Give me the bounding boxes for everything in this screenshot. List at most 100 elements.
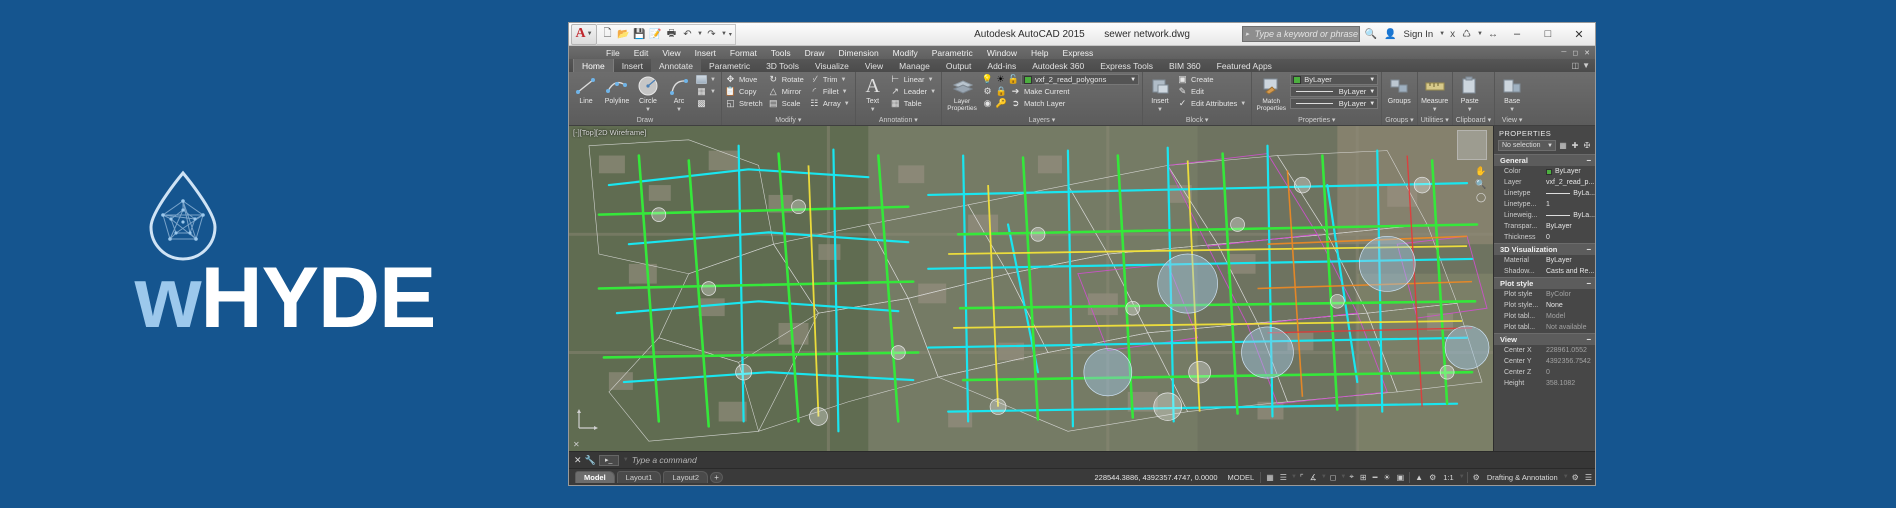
property-row-center-x[interactable]: Center X 228961.0552 (1494, 345, 1595, 356)
hardware-accel-icon[interactable]: ⚙ (1569, 473, 1582, 482)
wrench-icon[interactable]: 🔧 (585, 455, 596, 466)
block-edit-attributes-button[interactable]: ✓ Edit Attributes ▼ (1177, 98, 1248, 109)
minimize-button[interactable]: – (1503, 24, 1531, 45)
quick-access-toolbar[interactable]: 🗋 📂 💾 📝 🖶 ↶ ▼ ↷ ▼ ▾ (597, 23, 736, 45)
command-prompt-icon[interactable]: ▸_ (598, 454, 619, 466)
command-line[interactable]: ✕ 🔧 ▸_ ▼ Type a command (569, 451, 1595, 468)
canvas-close-icon[interactable]: ✕ (573, 440, 580, 449)
property-row-thickness[interactable]: Thickness 0 (1494, 232, 1595, 243)
chevron-down-icon[interactable]: ▼ (844, 101, 850, 107)
crosshair-select-icon[interactable]: ✚ (1570, 141, 1580, 150)
doc-minimize-icon[interactable]: ─ (1558, 49, 1569, 57)
collapse-icon[interactable]: − (1586, 245, 1591, 254)
modify-move-button[interactable]: ✥ Move (725, 74, 765, 85)
drawing-canvas[interactable]: [-][Top][2D Wireframe] ✋ 🔍 ◯ ✕ (569, 126, 1493, 451)
chevron-down-icon[interactable]: ▼ (710, 89, 716, 95)
property-row-plot-style-table[interactable]: Plot style... None (1494, 300, 1595, 311)
pan-icon[interactable]: ✋ (1475, 166, 1486, 177)
chevron-down-icon[interactable]: ▼ (1369, 101, 1375, 107)
property-value[interactable]: Casts and Re... (1546, 266, 1595, 277)
properties-section-3d-visualization[interactable]: 3D Visualization − (1494, 243, 1595, 255)
chevron-down-icon[interactable]: ▼ (1432, 106, 1438, 114)
menu-item-edit[interactable]: Edit (627, 48, 656, 58)
property-value[interactable]: ByLa... (1546, 188, 1595, 199)
modify-fillet-button[interactable]: ◜ Fillet ▼ (809, 86, 852, 97)
close-button[interactable]: ✕ (1565, 24, 1593, 45)
exchange-apps-icon[interactable]: x (1448, 29, 1457, 40)
layer-thaw-icon[interactable]: ☀ (995, 74, 1006, 85)
menu-item-parametric[interactable]: Parametric (925, 48, 980, 58)
user-avatar-icon[interactable]: 👤 (1382, 29, 1398, 40)
block-insert-button[interactable]: Insert ▼ (1146, 74, 1174, 114)
sign-in-chevron-icon[interactable]: ▼ (1439, 31, 1445, 37)
tab-3d-tools[interactable]: 3D Tools (758, 59, 807, 72)
draw-rectangle-button[interactable]: ▼ (696, 74, 718, 85)
chevron-down-icon[interactable]: ▼ (1509, 106, 1515, 114)
polar-icon[interactable]: ∡ (1307, 473, 1320, 482)
collapse-icon[interactable]: − (1586, 279, 1591, 288)
chevron-down-icon[interactable]: ▼ (842, 89, 848, 95)
property-value[interactable]: None (1546, 300, 1595, 311)
menu-item-format[interactable]: Format (723, 48, 764, 58)
help-icon[interactable]: ♺ (1460, 29, 1473, 40)
chevron-down-icon[interactable]: ▼ (841, 77, 847, 83)
draw-circle-button[interactable]: Circle ▼ (634, 74, 662, 114)
chevron-down-icon[interactable]: ▼ (1369, 77, 1375, 83)
doc-close-icon[interactable]: ✕ (1581, 49, 1593, 57)
snap-icon[interactable]: ☰ (1277, 473, 1290, 482)
status-bar[interactable]: Model Layout1 Layout2 + 228544.3886, 439… (569, 468, 1595, 485)
modify-mirror-button[interactable]: △ Mirror (768, 86, 806, 97)
selectioncycling-icon[interactable]: ▣ (1394, 473, 1408, 482)
draw-more-button[interactable]: ▩ (696, 98, 718, 109)
layout-tab-model[interactable]: Model (575, 471, 615, 483)
collapse-icon[interactable]: − (1586, 335, 1591, 344)
property-row-linetype[interactable]: Linetype ByLa... (1494, 188, 1595, 199)
search-help-icon[interactable]: 🔍 (1363, 29, 1379, 40)
tab-insert[interactable]: Insert (614, 59, 651, 72)
measure-button[interactable]: Measure ▼ (1421, 74, 1449, 114)
undo-dropdown-icon[interactable]: ▼ (697, 31, 703, 37)
viewport-label[interactable]: [-][Top][2D Wireframe] (573, 128, 646, 137)
open-icon[interactable]: 📂 (616, 27, 631, 42)
qat-customize-icon[interactable]: ▾ (729, 31, 732, 38)
annotation-scale[interactable]: 1:1 (1439, 473, 1457, 482)
block-edit-button[interactable]: ✎ Edit (1177, 86, 1248, 97)
tab-express-tools[interactable]: Express Tools (1092, 59, 1161, 72)
scale-dropdown-icon[interactable]: ▼ (1459, 474, 1465, 480)
menu-item-tools[interactable]: Tools (764, 48, 798, 58)
tab-output[interactable]: Output (938, 59, 980, 72)
grid-icon[interactable]: ▦ (1263, 473, 1277, 482)
gear-icon[interactable]: ⚙ (1470, 473, 1483, 482)
transparency-icon[interactable]: ☀ (1380, 473, 1393, 482)
property-row-center-y[interactable]: Center Y 4392356.7542 (1494, 356, 1595, 367)
property-value[interactable]: ByLayer (1546, 166, 1595, 177)
save-icon[interactable]: 💾 (632, 27, 647, 42)
layer-combo[interactable]: vxf_2_read_polygons ▼ (1021, 74, 1140, 85)
menu-item-modify[interactable]: Modify (886, 48, 925, 58)
chevron-down-icon[interactable]: ▼ (1369, 89, 1375, 95)
modify-stretch-button[interactable]: ◱ Stretch (725, 98, 765, 109)
annotation-visibility-icon[interactable]: ▲ (1412, 473, 1426, 482)
ortho-icon[interactable]: ⌜ (1297, 473, 1307, 482)
add-layout-button[interactable]: + (710, 472, 724, 483)
chevron-down-icon[interactable]: ▼ (676, 106, 682, 114)
chevron-down-icon[interactable]: ▼ (1547, 143, 1555, 149)
property-row-layer[interactable]: Layer vxf_2_read_p... (1494, 177, 1595, 188)
sign-in-button[interactable]: Sign In (1402, 29, 1436, 40)
pickadd-icon[interactable]: ✠ (1582, 141, 1592, 150)
redo-dropdown-icon[interactable]: ▼ (721, 31, 727, 37)
help-chevron-icon[interactable]: ▼ (1477, 31, 1483, 37)
property-value[interactable]: 1 (1546, 199, 1595, 210)
paste-button[interactable]: Paste ▼ (1456, 74, 1484, 114)
annotation-linear-button[interactable]: ⊢ Linear ▼ (890, 74, 938, 85)
property-value[interactable]: ByLa... (1546, 210, 1595, 221)
layer-match-button[interactable]: ◉ 🔑 ➲ Match Layer (982, 98, 1139, 109)
draw-arc-button[interactable]: Arc ▼ (665, 74, 693, 114)
properties-section-general[interactable]: General − (1494, 154, 1595, 166)
space-toggle[interactable]: MODEL (1224, 473, 1259, 482)
command-input[interactable]: Type a command (632, 455, 697, 465)
groups-button[interactable]: Groups (1385, 74, 1413, 106)
property-color-combo[interactable]: ByLayer ▼ (1290, 74, 1379, 85)
workspace-switcher[interactable]: Drafting & Annotation (1483, 473, 1562, 482)
block-create-button[interactable]: ▣ Create (1177, 74, 1248, 85)
